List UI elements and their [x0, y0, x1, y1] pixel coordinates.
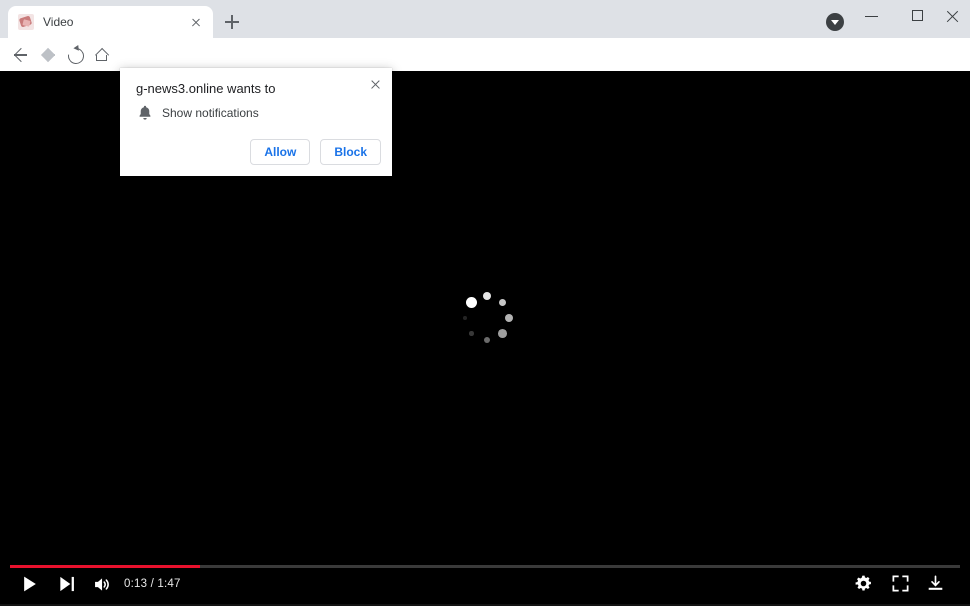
progress-bar-track[interactable] [10, 565, 960, 568]
browser-tab[interactable]: Video [8, 6, 213, 38]
progress-bar-fill [10, 565, 200, 568]
back-bar [14, 54, 27, 56]
time-display: 0:13 / 1:47 [124, 578, 181, 590]
permission-label: Show notifications [162, 106, 259, 120]
loading-spinner [463, 291, 514, 344]
allow-button[interactable]: Allow [250, 139, 311, 165]
spinner-dot [498, 329, 507, 338]
home-icon[interactable] [89, 42, 115, 68]
browser-toolbar: g-news3.online/15/?site=1013989 [0, 38, 970, 106]
spinner-dot [465, 296, 477, 308]
volume-button[interactable] [92, 574, 118, 598]
new-tab-button[interactable] [219, 9, 245, 35]
block-button[interactable]: Block [320, 139, 381, 165]
favicon-icon [18, 14, 34, 30]
spinner-dot [463, 316, 467, 320]
back-icon[interactable] [7, 42, 33, 68]
spinner-dot [504, 313, 514, 323]
notification-permission-dialog: g-news3.online wants to Show notificatio… [120, 68, 392, 176]
play-button[interactable] [20, 574, 46, 598]
settings-gear-icon[interactable] [854, 574, 880, 598]
close-icon[interactable] [187, 13, 205, 31]
spinner-dot [483, 336, 491, 344]
reload-icon[interactable] [62, 42, 88, 68]
bell-icon [136, 104, 154, 122]
tab-title: Video [43, 15, 74, 29]
fullscreen-icon[interactable] [891, 574, 917, 598]
tab-search-icon[interactable] [826, 13, 844, 31]
spinner-dot [469, 331, 474, 336]
spinner-dot [482, 291, 492, 301]
home-glyph [95, 49, 108, 61]
player-control-bar: 0:13 / 1:47 [0, 565, 970, 606]
dialog-title: g-news3.online wants to [136, 81, 276, 96]
window-minimize-button[interactable] [849, 0, 895, 32]
next-button[interactable] [57, 574, 83, 598]
dialog-close-icon[interactable] [364, 74, 386, 96]
window-close-button[interactable] [941, 0, 970, 32]
browser-window: Video g-news3.online/15/?site [0, 0, 970, 606]
permission-row: Show notifications [136, 104, 259, 122]
download-icon[interactable] [926, 574, 952, 598]
spinner-dot [498, 298, 507, 307]
dialog-actions: Allow Block [250, 139, 381, 165]
forward-bar [42, 54, 55, 56]
forward-icon[interactable] [35, 42, 61, 68]
reload-glyph [64, 44, 88, 68]
window-maximize-button[interactable] [895, 0, 941, 32]
title-bar: Video [0, 0, 970, 38]
